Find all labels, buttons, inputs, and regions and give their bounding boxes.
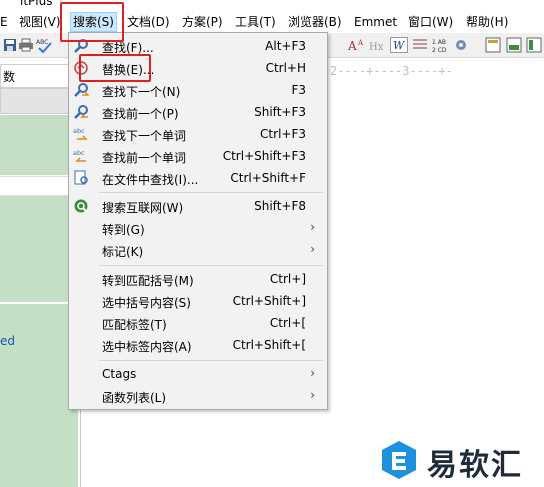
menu-separator xyxy=(99,360,323,361)
watermark-logo: 易软汇 xyxy=(377,438,537,483)
menu-goto[interactable]: 转到(G) › xyxy=(69,217,327,239)
replace-icon xyxy=(73,60,89,76)
spellcheck-icon[interactable]: ABC xyxy=(35,36,53,54)
menu-help[interactable]: 帮助(H) xyxy=(466,13,508,31)
menu-document[interactable]: 文档(D) xyxy=(127,13,170,31)
menu-search[interactable]: 搜索(S) xyxy=(70,12,117,32)
find-prev-icon xyxy=(73,104,89,120)
find-next-icon xyxy=(73,82,89,98)
title-bar: itPlus xyxy=(0,0,544,8)
menu-tools[interactable]: 工具(T) xyxy=(235,13,276,31)
svg-text:W: W xyxy=(393,39,406,52)
menu-ctags[interactable]: Ctags › xyxy=(69,363,327,385)
menu-web-search[interactable]: 搜索互联网(W) Shift+F8 xyxy=(69,195,327,217)
svg-text:ABC: ABC xyxy=(36,39,48,46)
menu-find-next-word[interactable]: abc 查找下一个单词 Ctrl+F3 xyxy=(69,123,327,145)
editor-area[interactable]: 2----+----3----+- xyxy=(330,58,544,487)
submenu-arrow-icon: › xyxy=(310,366,315,380)
menu-find-in-files[interactable]: 在文件中查找(I)... Ctrl+Shift+F xyxy=(69,167,327,189)
clip-library-icon[interactable] xyxy=(525,36,543,54)
font-size-icon[interactable]: AA xyxy=(348,36,366,54)
svg-text:abc: abc xyxy=(73,149,85,157)
indent-lines-icon[interactable] xyxy=(411,36,429,54)
menu-goto-matching-brace[interactable]: 转到匹配括号(M) Ctrl+] xyxy=(69,268,327,290)
web-search-icon xyxy=(73,198,89,214)
menu-item-edit-fragment[interactable]: E xyxy=(0,13,8,31)
menu-select-tag-content[interactable]: 选中标签内容(A) Ctrl+Shift+[ xyxy=(69,334,327,356)
window-title: itPlus xyxy=(20,0,53,8)
watermark-icon xyxy=(382,441,416,479)
gear-icon[interactable] xyxy=(452,36,470,54)
submenu-arrow-icon: › xyxy=(310,388,315,402)
menu-find[interactable]: 查找(F)... Alt+F3 xyxy=(69,35,327,57)
svg-text:A: A xyxy=(357,39,364,47)
menu-bookmark[interactable]: 标记(K) › xyxy=(69,239,327,261)
drive-selector[interactable] xyxy=(0,176,78,196)
menu-select-brace-content[interactable]: 选中括号内容(S) Ctrl+Shift+] xyxy=(69,290,327,312)
column-ruler: 2----+----3----+- xyxy=(330,64,453,78)
watermark-text: 易软汇 xyxy=(427,448,523,483)
folder-tree[interactable] xyxy=(0,115,78,175)
menu-match-tag[interactable]: 匹配标签(T) Ctrl+[ xyxy=(69,312,327,334)
search-menu-dropdown: 查找(F)... Alt+F3 替换(E)... Ctrl+H 查找下一个(N)… xyxy=(68,32,328,410)
submenu-arrow-icon: › xyxy=(310,242,315,256)
find-icon xyxy=(73,38,89,54)
window-list-icon[interactable] xyxy=(484,36,502,54)
submenu-arrow-icon: › xyxy=(310,220,315,234)
directory-tab-label: 数 xyxy=(3,70,16,84)
print-icon[interactable] xyxy=(17,36,35,54)
menu-separator xyxy=(99,265,323,266)
menu-emmet[interactable]: Emmet xyxy=(354,13,397,31)
list-item-link[interactable]: ed xyxy=(0,334,15,348)
menu-separator xyxy=(99,192,323,193)
menu-browser[interactable]: 浏览器(B) xyxy=(288,13,342,31)
file-list-lower[interactable] xyxy=(0,304,78,487)
html-heading-icon[interactable]: Hx xyxy=(368,36,386,54)
menu-project[interactable]: 方案(P) xyxy=(182,13,223,31)
menu-replace[interactable]: 替换(E)... Ctrl+H xyxy=(69,57,327,79)
line-numbers-icon[interactable]: 1 AB 2 CD xyxy=(432,36,450,54)
svg-text:A: A xyxy=(348,39,357,53)
word-wrap-icon[interactable]: W xyxy=(390,36,408,54)
svg-text:2 CD: 2 CD xyxy=(432,47,447,53)
svg-text:Hx: Hx xyxy=(369,42,384,53)
menu-view[interactable]: 视图(V) xyxy=(19,13,61,31)
svg-text:1 AB: 1 AB xyxy=(432,39,446,46)
find-prev-word-icon: abc xyxy=(73,148,89,164)
menu-find-next[interactable]: 查找下一个(N) F3 xyxy=(69,79,327,101)
menu-function-list[interactable]: 函数列表(L) › xyxy=(69,385,327,407)
menu-window[interactable]: 窗口(W) xyxy=(408,13,453,31)
find-in-files-icon xyxy=(73,170,89,186)
find-next-word-icon: abc xyxy=(73,126,89,142)
output-window-icon[interactable] xyxy=(505,36,523,54)
menu-find-prev[interactable]: 查找前一个(P) Shift+F3 xyxy=(69,101,327,123)
menu-find-prev-word[interactable]: abc 查找前一个单词 Ctrl+Shift+F3 xyxy=(69,145,327,167)
file-list[interactable] xyxy=(0,196,78,302)
svg-text:abc: abc xyxy=(73,127,85,135)
menu-bar: E 视图(V) 搜索(S) 文档(D) 方案(P) 工具(T) 浏览器(B) E… xyxy=(0,9,544,33)
